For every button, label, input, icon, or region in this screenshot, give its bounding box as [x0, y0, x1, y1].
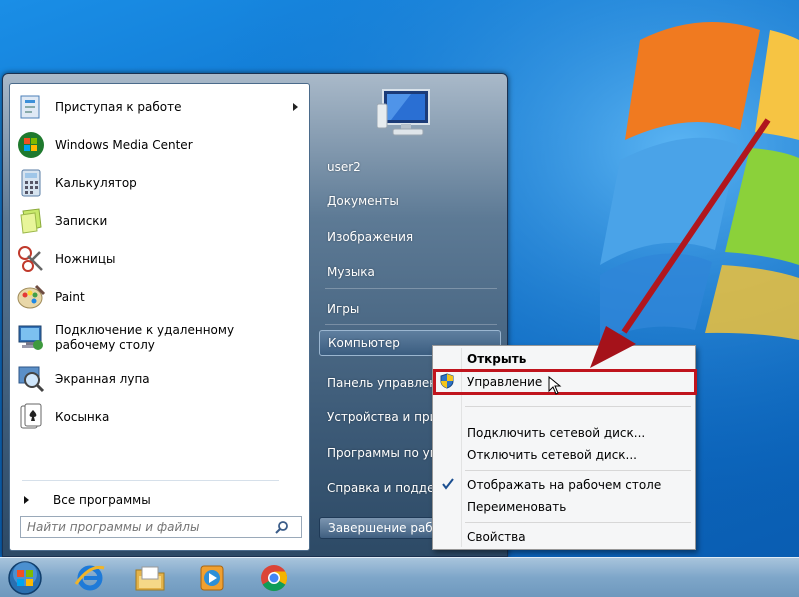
solitaire-icon: [14, 400, 48, 434]
program-label: Подключение к удаленному рабочему столу: [55, 323, 235, 352]
sticky-notes-icon: [14, 204, 48, 238]
menu-item-map-drive[interactable]: Подключить сетевой диск...: [467, 423, 645, 443]
menu-item-properties[interactable]: Свойства: [467, 527, 526, 547]
program-label: Косынка: [55, 409, 110, 424]
program-sticky-notes[interactable]: Записки: [14, 203, 306, 239]
program-solitaire[interactable]: Косынка: [14, 399, 306, 435]
program-label: Ножницы: [55, 251, 116, 266]
taskbar-chrome[interactable]: [248, 560, 300, 596]
chrome-icon: [261, 565, 288, 592]
arrow-right-icon: [24, 496, 29, 504]
right-item-user[interactable]: user2: [319, 154, 501, 180]
folder-icon: [135, 566, 165, 591]
divider: [465, 470, 691, 471]
scissors-icon: [14, 242, 48, 276]
submenu-arrow-icon: [293, 103, 298, 111]
shutdown-button[interactable]: Завершение работы: [319, 517, 445, 539]
program-snipping-tool[interactable]: Ножницы: [14, 241, 306, 277]
right-item-pictures[interactable]: Изображения: [319, 224, 501, 250]
internet-explorer-icon: [74, 565, 105, 591]
right-item-music[interactable]: Музыка: [319, 259, 501, 285]
program-label: Windows Media Center: [55, 137, 193, 152]
magnifier-icon: [14, 362, 48, 396]
programs-pane: Приступая к работе Windows Media Center …: [9, 83, 310, 551]
menu-item-disconnect-drive[interactable]: Отключить сетевой диск...: [467, 445, 637, 465]
getting-started-icon: [14, 90, 48, 124]
divider: [325, 324, 497, 325]
checkmark-icon: [442, 478, 454, 490]
mouse-cursor-icon: [548, 376, 562, 395]
all-programs-label: Все программы: [53, 493, 151, 507]
menu-item-show-on-desktop[interactable]: Отображать на рабочем столе: [467, 475, 661, 495]
highlight-box: [433, 369, 697, 395]
menu-item-rename[interactable]: Переименовать: [467, 497, 566, 517]
program-label: Записки: [55, 213, 108, 228]
divider: [465, 406, 691, 407]
program-magnifier[interactable]: Экранная лупа: [14, 361, 306, 397]
media-center-icon: [14, 128, 48, 162]
divider: [325, 288, 497, 289]
taskbar: [0, 557, 799, 597]
program-label: Экранная лупа: [55, 371, 150, 386]
user-picture[interactable]: [376, 82, 439, 144]
right-item-games[interactable]: Игры: [319, 296, 501, 322]
all-programs-button[interactable]: Все программы: [18, 488, 151, 512]
search-box[interactable]: [20, 516, 302, 538]
program-label: Приступая к работе: [55, 99, 182, 114]
taskbar-media-player[interactable]: [186, 560, 238, 596]
program-label: Paint: [55, 289, 85, 304]
program-media-center[interactable]: Windows Media Center: [14, 127, 306, 163]
calculator-icon: [14, 166, 48, 200]
divider: [22, 480, 279, 481]
start-button[interactable]: [5, 559, 45, 597]
right-item-documents[interactable]: Документы: [319, 188, 501, 214]
paint-icon: [14, 280, 48, 314]
remote-desktop-icon: [14, 321, 48, 355]
search-input[interactable]: [21, 520, 271, 534]
taskbar-ie[interactable]: [64, 560, 116, 596]
taskbar-explorer[interactable]: [124, 560, 176, 596]
search-icon[interactable]: [271, 517, 293, 537]
program-calculator[interactable]: Калькулятор: [14, 165, 306, 201]
program-getting-started[interactable]: Приступая к работе: [14, 89, 306, 125]
media-player-icon: [200, 565, 224, 591]
menu-item-open[interactable]: Открыть: [467, 349, 526, 369]
program-remote-desktop[interactable]: Подключение к удаленному рабочему столу: [14, 316, 306, 360]
divider: [465, 522, 691, 523]
program-paint[interactable]: Paint: [14, 279, 306, 315]
program-label: Калькулятор: [55, 175, 137, 190]
